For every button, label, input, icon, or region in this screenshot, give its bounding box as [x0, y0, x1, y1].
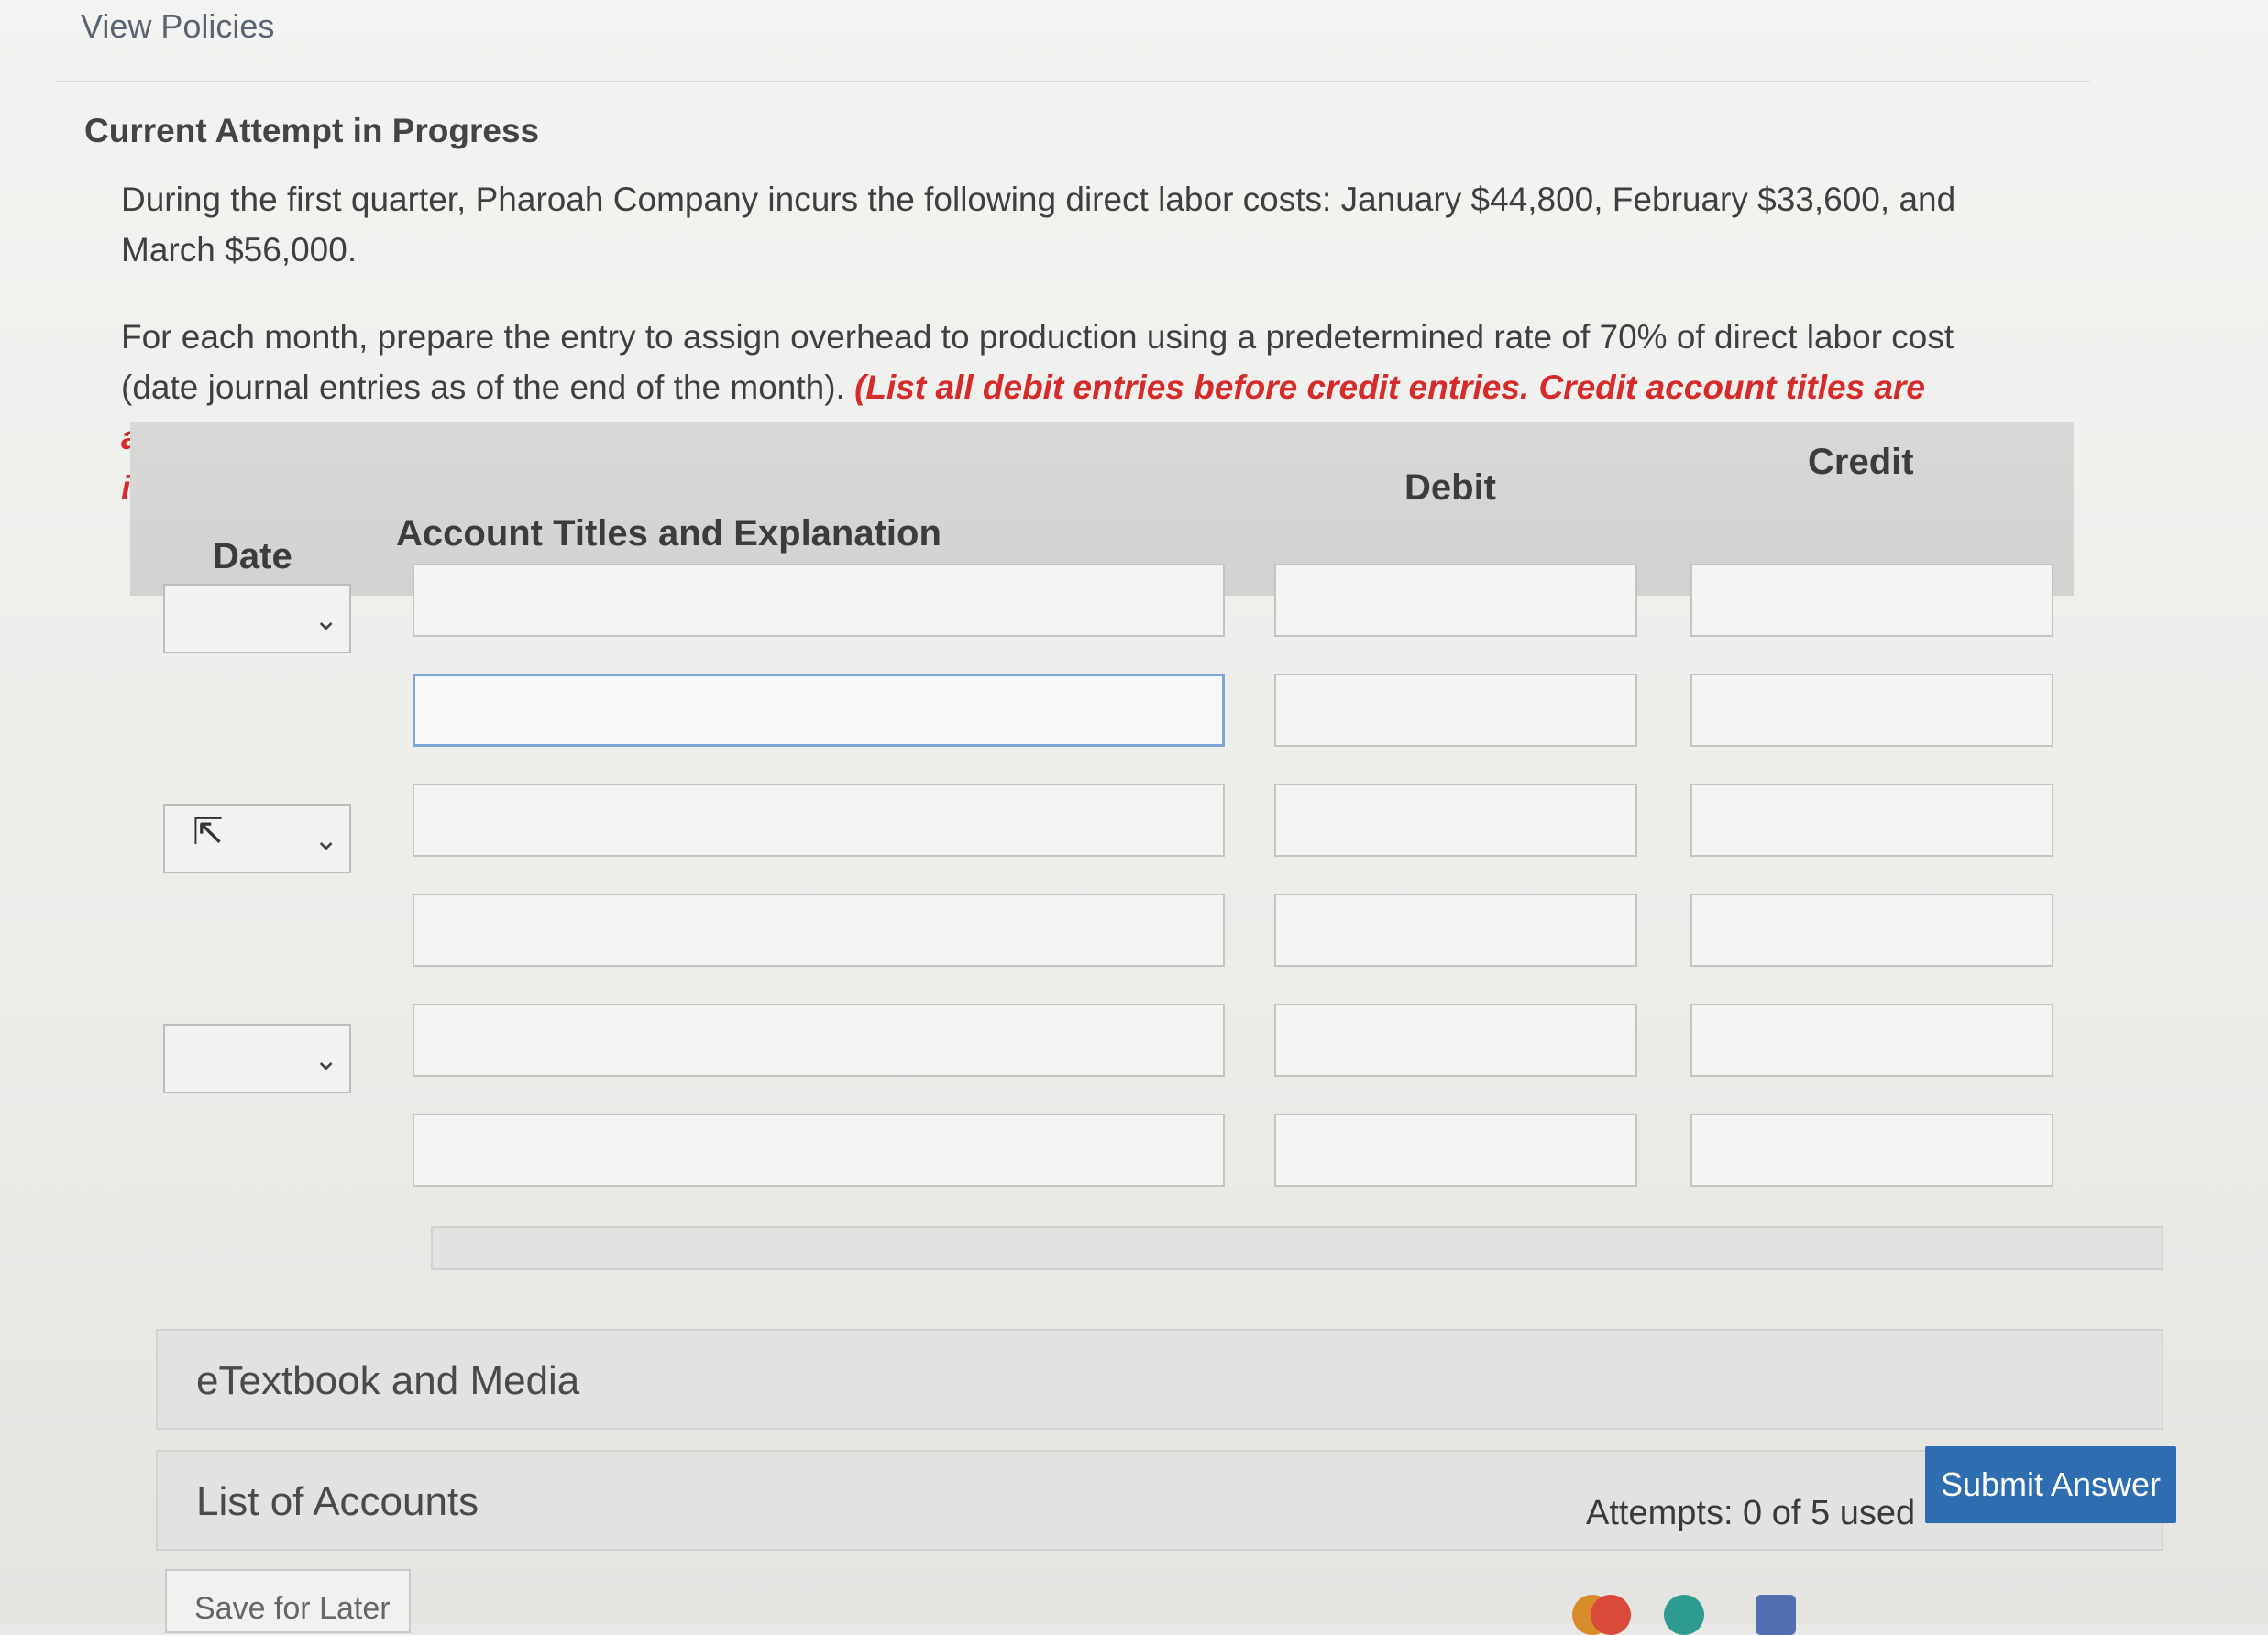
journal-row: ⌄ [130, 564, 2074, 653]
journal-entry-table: Date Account Titles and Explanation Debi… [130, 422, 2074, 1187]
col-debit-header: Debit [1404, 467, 1496, 508]
account-title-input[interactable] [413, 1114, 1225, 1187]
credit-input[interactable] [1690, 564, 2053, 637]
etextbook-panel[interactable]: eTextbook and Media [156, 1329, 2163, 1430]
chrome-icon[interactable] [1591, 1595, 1631, 1635]
debit-input[interactable] [1274, 784, 1637, 857]
divider [55, 81, 2090, 82]
chevron-down-icon: ⌄ [314, 1043, 338, 1076]
etextbook-label: eTextbook and Media [196, 1358, 580, 1403]
journal-row [130, 1114, 2074, 1196]
chevron-down-icon: ⌄ [314, 603, 338, 636]
date-select[interactable]: ⌄ [163, 1024, 351, 1093]
taskbar [0, 1512, 2268, 1635]
account-title-input[interactable] [413, 564, 1225, 637]
journal-row: ⇱ ⌄ [130, 784, 2074, 873]
debit-input[interactable] [1274, 564, 1637, 637]
account-title-input[interactable] [413, 894, 1225, 967]
debit-input[interactable] [1274, 1004, 1637, 1077]
date-select[interactable]: ⇱ ⌄ [163, 804, 351, 873]
journal-row: ⌄ [130, 1004, 2074, 1093]
attempt-heading: Current Attempt in Progress [84, 112, 540, 149]
debit-input[interactable] [1274, 1114, 1637, 1187]
account-title-input[interactable] [413, 674, 1225, 747]
journal-row [130, 674, 2074, 756]
credit-input[interactable] [1690, 894, 2053, 967]
problem-statement: During the first quarter, Pharoah Compan… [121, 181, 1956, 269]
view-policies-link[interactable]: View Policies [81, 7, 274, 46]
chevron-down-icon: ⌄ [314, 823, 338, 856]
col-account-header: Account Titles and Explanation [396, 513, 941, 554]
edge-icon[interactable] [1664, 1595, 1704, 1635]
date-select[interactable]: ⌄ [163, 584, 351, 653]
section-band [431, 1226, 2163, 1270]
store-icon[interactable] [1756, 1595, 1796, 1635]
credit-input[interactable] [1690, 1004, 2053, 1077]
credit-input[interactable] [1690, 784, 2053, 857]
col-credit-header: Credit [1808, 442, 1914, 482]
page: View Policies Current Attempt in Progres… [0, 0, 2268, 1635]
account-title-input[interactable] [413, 784, 1225, 857]
credit-input[interactable] [1690, 1114, 2053, 1187]
credit-input[interactable] [1690, 674, 2053, 747]
account-title-input[interactable] [413, 1004, 1225, 1077]
journal-row [130, 894, 2074, 976]
mouse-pointer-icon: ⇱ [193, 812, 224, 852]
debit-input[interactable] [1274, 894, 1637, 967]
debit-input[interactable] [1274, 674, 1637, 747]
